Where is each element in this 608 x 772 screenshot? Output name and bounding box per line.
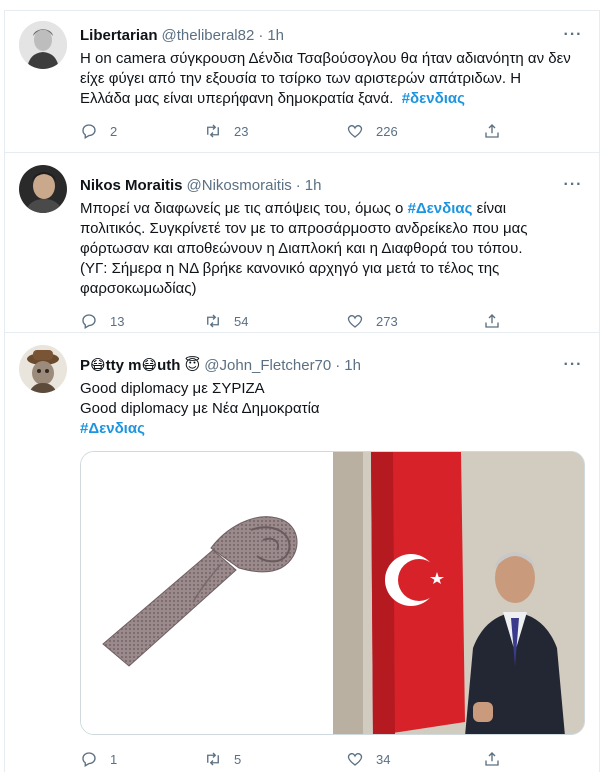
heart-icon [347,314,363,328]
tweet-text: Η on camera σύγκρουση Δένδια Τσαβούσογλο… [80,49,585,109]
tweet-header: Nikos Moraitis @Nikosmoraitis · 1h [80,175,321,195]
tweet-header: Libertarian @theliberal82 · 1h [80,25,284,45]
tweet-text: Μπορεί να διαφωνείς με τις απόψεις του, … [80,199,585,299]
share-button[interactable] [483,312,501,330]
emoji-mask: 😷 [90,357,106,374]
share-button[interactable] [483,122,501,140]
display-name[interactable]: Nikos Moraitis [80,177,183,194]
tweet-text-line: (ΥΓ: Σήμερα η ΝΔ βρήκε κανονικό αρχηγό γ… [80,260,500,277]
separator-dot: · [258,26,264,44]
share-icon [485,752,499,766]
timestamp[interactable]: 1h [305,177,322,194]
reply-icon [82,752,96,767]
reply-count: 2 [110,123,118,139]
reply-icon [82,314,96,329]
tweet-header: P😷tty m😷uth 😇 @John_Fletcher70 · 1h [80,355,361,375]
user-handle[interactable]: @theliberal82 [162,27,255,44]
separator-dot: · [335,356,341,374]
tweet-actions: 13 54 273 [80,311,501,331]
tweet[interactable]: Libertarian @theliberal82 · 1h ··· Η on … [5,11,599,153]
tweet[interactable]: Nikos Moraitis @Nikosmoraitis · 1h ··· Μ… [5,153,599,333]
reply-icon [82,124,96,139]
tweet-text-line: είχε φύγει από την εξουσία το τσίρκο των… [80,70,522,87]
user-handle[interactable]: @Nikosmoraitis [187,177,292,194]
name-segment: tty m [105,357,142,374]
tweet-actions: 2 23 226 [80,121,501,141]
hashtag-link[interactable]: #δενδιας [402,90,465,107]
name-segment: uth [157,357,181,374]
like-button[interactable]: 273 [346,312,481,330]
reply-button[interactable]: 1 [80,750,180,768]
tweet-text: Good diplomacy με ΣΥΡΙΖΑ Good diplomacy … [80,379,585,439]
retweet-icon [207,752,219,766]
display-name[interactable]: P😷tty m😷uth 😇 [80,356,200,374]
tweet-actions: 1 5 34 [80,749,501,769]
hashtag-link[interactable]: #Δενδιας [408,200,473,217]
retweet-count: 54 [234,313,249,329]
reply-count: 1 [110,751,118,767]
tweet-text-segment: Μπορεί να διαφωνείς με τις απόψεις του, … [80,200,408,217]
avatar[interactable] [19,165,67,213]
separator-dot: · [295,176,301,194]
tweet-text-line: Good diplomacy με Νέα Δημοκρατία [80,400,320,417]
reply-button[interactable]: 13 [80,312,180,330]
tweet-text-line: φόρτωσαν και αποθεώνουν η Διαπλοκή και η… [80,240,523,257]
avatar[interactable] [19,345,67,393]
share-button[interactable] [483,750,501,768]
person-flag-image[interactable] [333,452,584,734]
like-button[interactable]: 226 [346,122,481,140]
reply-count: 13 [110,313,125,329]
retweet-icon [207,314,219,328]
tweet-text-segment: Ελλάδα μας είναι υπερήφανη δημοκρατία ξα… [80,90,394,107]
tweet-text-segment: είναι [472,200,507,217]
tweet[interactable]: P😷tty m😷uth 😇 @John_Fletcher70 · 1h ··· … [5,333,599,772]
more-horizontal-icon[interactable]: ··· [561,175,585,195]
timestamp[interactable]: 1h [267,27,284,44]
tweet-text-line: φαρσοκωμωδίας) [80,280,197,297]
more-horizontal-icon[interactable]: ··· [561,355,585,375]
timeline: Libertarian @theliberal82 · 1h ··· Η on … [4,10,600,772]
like-count: 273 [376,313,398,329]
retweet-button[interactable]: 54 [204,312,339,330]
tweet-text-line: Μπορεί να διαφωνείς με τις απόψεις του, … [80,199,585,219]
retweet-count: 5 [234,751,242,767]
like-count: 34 [376,751,391,767]
hashtag-link[interactable]: #Δενδιας [80,419,585,439]
emoji-mask: 😷 [141,357,158,374]
share-icon [485,314,499,328]
more-horizontal-icon[interactable]: ··· [561,25,585,45]
tweet-text-line: Good diplomacy με ΣΥΡΙΖΑ [80,380,265,397]
retweet-button[interactable]: 5 [204,750,339,768]
display-name[interactable]: Libertarian [80,27,158,44]
retweet-button[interactable]: 23 [204,122,339,140]
retweet-count: 23 [234,123,249,139]
heart-icon [347,752,363,766]
emoji-halo: 😇 [184,357,201,374]
heart-icon [347,124,363,138]
tweet-text-line: Ελλάδα μας είναι υπερήφανη δημοκρατία ξα… [80,89,585,109]
tie-image[interactable] [81,452,333,734]
like-count: 226 [376,123,398,139]
like-button[interactable]: 34 [346,750,481,768]
tweet-text-line: πολιτικός. Συγκρίνετέ τον με το απροσάρμ… [80,220,528,237]
tweet-text-line: Η on camera σύγκρουση Δένδια Τσαβούσογλο… [80,50,571,67]
avatar[interactable] [19,21,67,69]
tweet-media[interactable] [80,451,585,735]
retweet-icon [207,124,219,138]
name-segment: P [80,357,91,374]
share-icon [485,124,499,138]
user-handle[interactable]: @John_Fletcher70 [204,357,331,374]
timestamp[interactable]: 1h [344,357,361,374]
reply-button[interactable]: 2 [80,122,180,140]
